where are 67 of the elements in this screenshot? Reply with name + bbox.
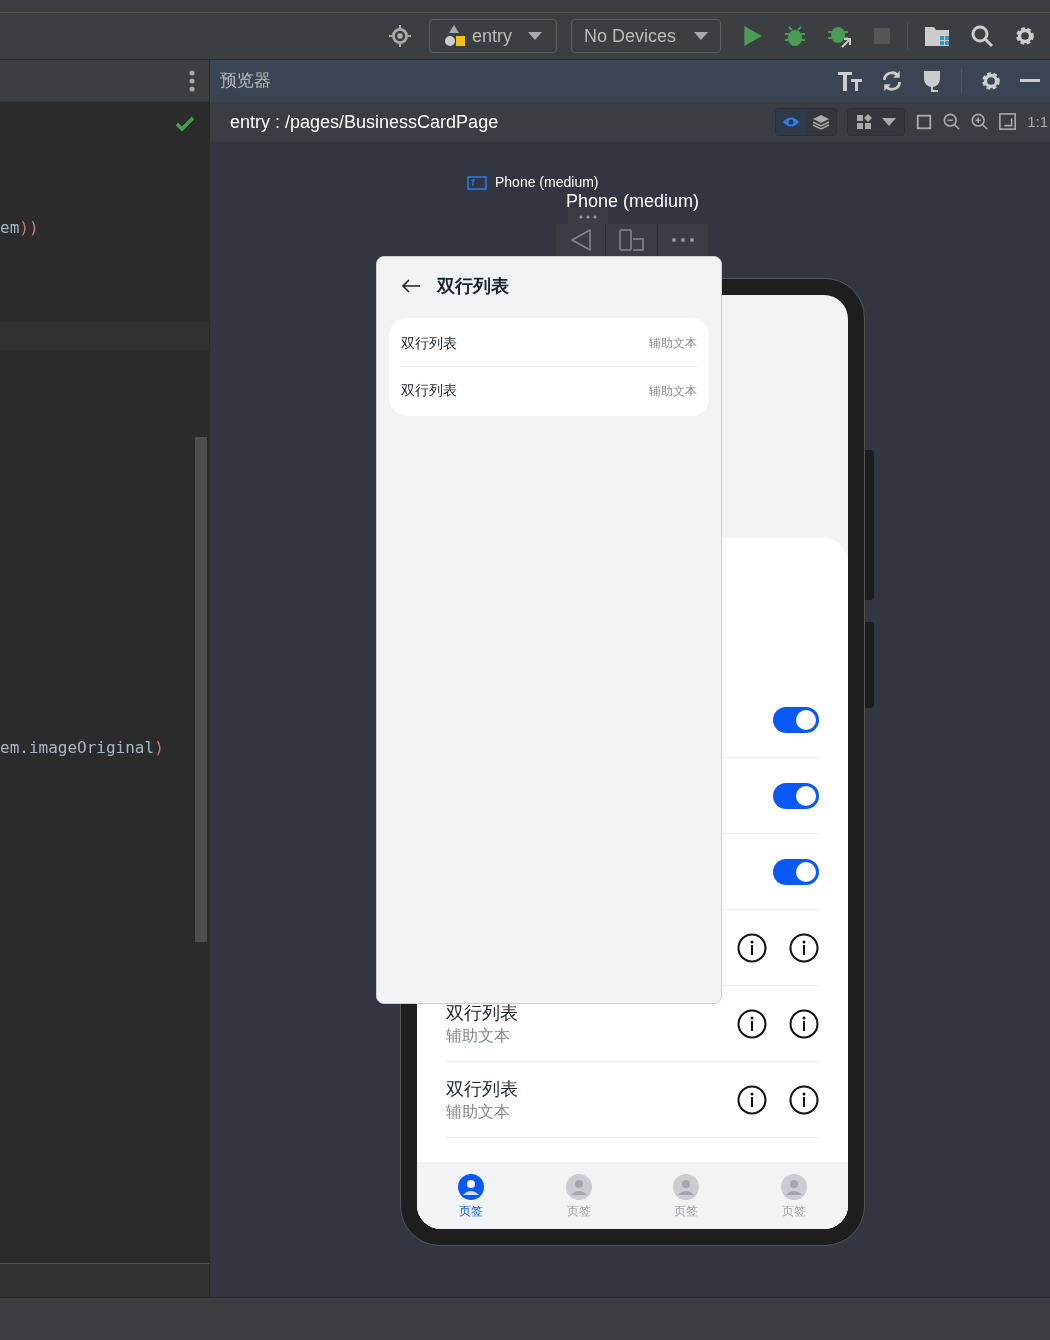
inspector-toggle[interactable]: [776, 109, 807, 135]
caret-icon: [694, 32, 708, 40]
bug-icon[interactable]: [783, 24, 807, 48]
grid-icon: [856, 114, 873, 130]
module-icon: [444, 24, 466, 48]
plug-icon[interactable]: [921, 69, 943, 93]
info-icon[interactable]: [737, 932, 767, 963]
crop-icon[interactable]: [915, 113, 934, 131]
list-title: 双行列表: [401, 333, 457, 353]
device-caption: Phone (medium): [566, 190, 700, 213]
zoom-in-icon[interactable]: [971, 113, 990, 131]
more-icon[interactable]: [189, 69, 195, 92]
layers-icon: [812, 114, 831, 130]
list-title: 双行列表: [446, 1001, 518, 1025]
info-icon[interactable]: [789, 932, 819, 963]
fit-screen-icon[interactable]: [999, 113, 1018, 131]
info-icon[interactable]: [789, 1008, 819, 1039]
scrollbar[interactable]: [195, 437, 207, 942]
fold-phone-icon: [618, 229, 645, 251]
list-title: 双行列表: [401, 381, 457, 400]
tab[interactable]: 页签: [740, 1162, 848, 1229]
info-icon[interactable]: [737, 1008, 767, 1039]
run-icon[interactable]: [741, 25, 763, 47]
device-dropdown[interactable]: No Devices: [571, 19, 721, 53]
caret-icon: [528, 32, 542, 40]
toggle-switch[interactable]: [773, 782, 819, 809]
code-line: em.imageOriginal): [0, 737, 164, 759]
panel-title: 预览器: [220, 70, 271, 93]
person-icon: [781, 1174, 808, 1200]
module-dropdown[interactable]: entry: [429, 19, 557, 53]
folder-icon[interactable]: [924, 24, 950, 48]
person-icon: [565, 1174, 592, 1200]
tab[interactable]: 页签: [524, 1162, 633, 1229]
back-arrow-icon[interactable]: [401, 278, 421, 294]
device-icon: [467, 175, 487, 190]
settings-icon[interactable]: [980, 70, 1002, 92]
list-aux-text: 辅助文本: [649, 382, 697, 400]
component-dropdown[interactable]: [847, 108, 906, 136]
caret-icon: [882, 118, 897, 126]
tab[interactable]: 页签: [632, 1162, 741, 1229]
font-size-icon[interactable]: [837, 70, 863, 92]
tab[interactable]: 页签: [417, 1162, 525, 1229]
page-title: 双行列表: [437, 274, 509, 298]
search-icon[interactable]: [970, 24, 994, 48]
info-icon[interactable]: [789, 1084, 819, 1115]
minimize-icon[interactable]: [1020, 79, 1040, 83]
page-path: entry : /pages/BusinessCardPage: [230, 110, 499, 134]
person-icon: [673, 1174, 700, 1200]
back-triangle-icon: [570, 229, 591, 251]
more-icon: [579, 215, 597, 219]
settings-icon[interactable]: [1014, 25, 1036, 47]
info-icon[interactable]: [737, 1084, 767, 1115]
more-icon: [672, 238, 694, 242]
toggle-switch[interactable]: [773, 706, 819, 733]
list-subtitle: 辅助文本: [446, 1101, 511, 1122]
list-title: 双行列表: [446, 1077, 518, 1101]
actual-size-button[interactable]: 1:1: [1027, 110, 1048, 134]
sync-icon[interactable]: [881, 70, 903, 92]
code-line: em)): [0, 217, 39, 239]
device-label: Phone (medium): [495, 173, 599, 192]
person-icon: [457, 1174, 484, 1200]
toggle-switch[interactable]: [773, 858, 819, 885]
list-aux-text: 辅助文本: [649, 335, 697, 352]
zoom-out-icon[interactable]: [943, 113, 962, 131]
target-icon[interactable]: [389, 25, 411, 47]
check-icon: [175, 116, 195, 132]
list-subtitle: 辅助文本: [446, 1025, 511, 1046]
